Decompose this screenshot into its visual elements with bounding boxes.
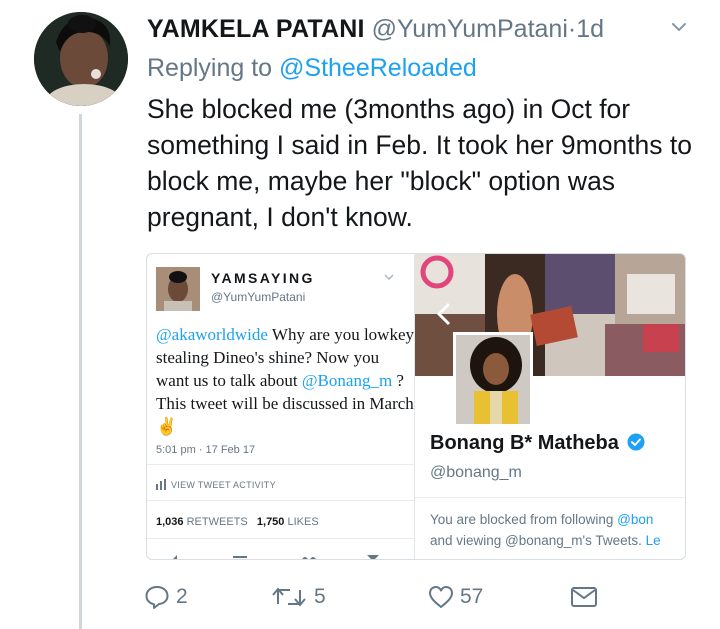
quoted-time: 5:01 pm · 17 Feb 17: [156, 444, 256, 456]
quoted-retweets-count: 1,036: [156, 516, 184, 528]
quoted-mention-1: @akaworldwide: [156, 325, 268, 344]
media-card[interactable]: YAMSAYING @YumYumPatani @akaworldwide Wh…: [146, 253, 686, 560]
separator: ·: [567, 15, 577, 43]
blocked-link-2: Le: [645, 533, 661, 548]
blocked-link-1: @bon: [617, 512, 654, 527]
profile-handle: @bonang_m: [430, 464, 522, 481]
quoted-avatar: [156, 267, 200, 311]
replying-prefix: Replying to: [147, 54, 273, 82]
author-name[interactable]: YAMKELA PATANI: [147, 15, 365, 43]
heart-icon: [429, 586, 453, 608]
tweet-actions: 2 5 57: [142, 580, 602, 614]
profile-avatar: [453, 332, 533, 427]
like-button[interactable]: 57: [428, 580, 483, 614]
divider: [147, 464, 414, 465]
reply-button[interactable]: 2: [144, 580, 188, 614]
reply-count: 2: [176, 585, 188, 608]
blocked-notice: You are blocked from following @bon and …: [430, 509, 685, 551]
replying-to-link[interactable]: @SthеeReloaded: [279, 54, 477, 82]
tweet-header: YAMKELA PATANI @YumYumPatani·1d: [147, 14, 604, 44]
quoted-text: @akaworldwide Why are you lowkey stealin…: [156, 323, 414, 438]
view-activity-label: VIEW TWEET ACTIVITY: [171, 480, 276, 490]
thread-line: [79, 114, 82, 629]
chevron-down-icon: [384, 274, 394, 281]
quoted-likes-label: LIKES: [287, 516, 319, 528]
profile-name-text: Bonang B* Matheba: [430, 432, 619, 454]
avatar[interactable]: [34, 12, 128, 106]
divider: [147, 538, 414, 539]
analytics-icon: [156, 479, 166, 490]
view-activity: VIEW TWEET ACTIVITY: [156, 479, 276, 490]
like-count: 57: [460, 585, 484, 608]
retweet-icon: [272, 587, 306, 607]
tweet-text: She blocked me (3months ago) in Oct for …: [147, 94, 693, 232]
quoted-retweets-label: RETWEETS: [186, 516, 248, 528]
verified-icon: [627, 433, 645, 451]
quoted-handle: @YumYumPatani: [211, 290, 306, 304]
profile-screenshot: Bonang B* Matheba @bonang_m You are bloc…: [415, 254, 685, 559]
divider: [415, 497, 685, 498]
blocked-line-1: You are blocked from following: [430, 512, 618, 527]
quoted-action-icons: [173, 555, 379, 559]
retweet-button[interactable]: 5: [270, 580, 326, 614]
divider: [147, 500, 414, 501]
reply-icon: [145, 586, 169, 609]
author-handle[interactable]: @YumYumPatani: [372, 15, 568, 43]
quoted-tweet-screenshot: YAMSAYING @YumYumPatani @akaworldwide Wh…: [147, 254, 415, 559]
blocked-line-2: and viewing @bonang_m's Tweets.: [430, 533, 646, 548]
replying-to: Replying to @SthеeReloaded: [147, 53, 477, 83]
profile-name: Bonang B* Matheba: [430, 432, 645, 455]
quoted-stats: 1,036 RETWEETS 1,750 LIKES: [156, 516, 319, 528]
avatar-photo: [34, 12, 128, 106]
quoted-name: YAMSAYING: [211, 270, 315, 286]
direct-message-button[interactable]: [570, 580, 598, 614]
envelope-icon: [571, 587, 597, 607]
quoted-likes-count: 1,750: [256, 516, 285, 528]
chevron-down-icon[interactable]: [668, 16, 690, 38]
retweet-count: 5: [314, 585, 326, 608]
quoted-mention-2: @Bonang_m: [301, 371, 393, 390]
tweet-age[interactable]: 1d: [576, 15, 604, 43]
